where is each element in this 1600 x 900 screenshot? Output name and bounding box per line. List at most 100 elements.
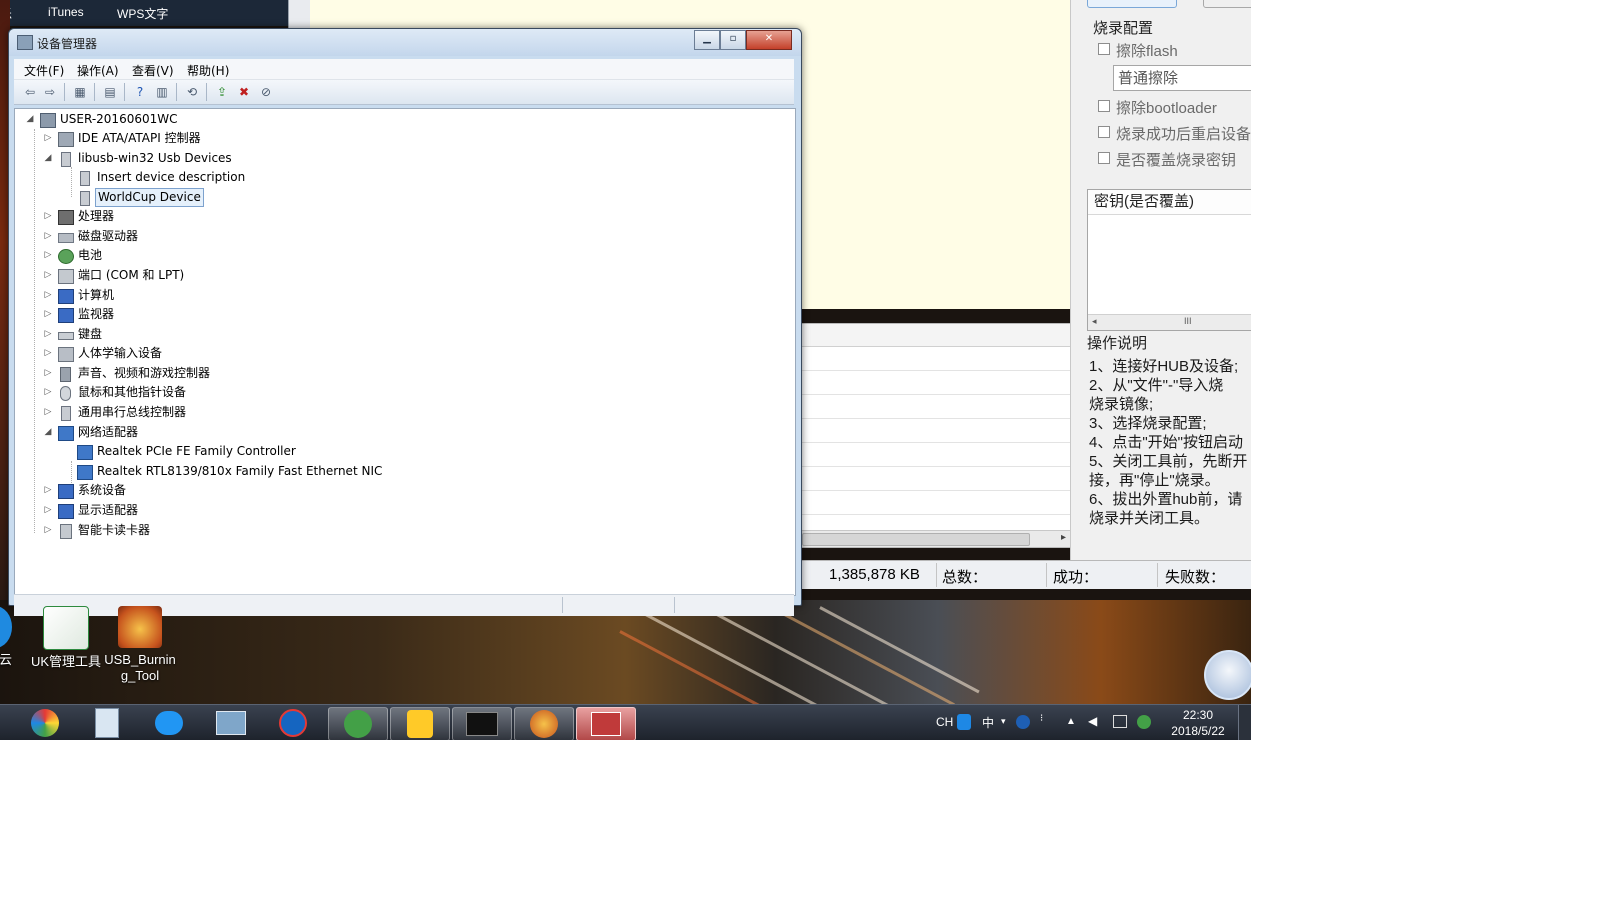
desktop-label-itunes[interactable]: iTunes [48, 5, 84, 19]
properties-icon[interactable]: ▤ [102, 84, 118, 100]
tray-language[interactable]: CH [936, 715, 953, 740]
tray-ime-menu-icon[interactable]: ▾ [1001, 716, 1006, 740]
window-titlebar[interactable]: 设备管理器 ▁ ▫ ✕ [9, 29, 801, 56]
disable-device-icon[interactable]: ⊘ [258, 84, 274, 100]
usb-device-icon [80, 171, 90, 186]
tree-item-label: 声音、视频和游戏控制器 [78, 366, 211, 380]
tree-item-label: 计算机 [78, 288, 115, 302]
expand-icon[interactable]: ▷ [42, 521, 54, 540]
taskbar-remote-desktop-icon[interactable] [202, 707, 260, 739]
expand-icon[interactable]: ▷ [42, 246, 54, 265]
taskbar-baidu-cloud-icon[interactable] [140, 707, 198, 739]
collapse-icon[interactable]: ◢ [24, 110, 36, 129]
status-success: 成功： [1053, 569, 1099, 586]
uninstall-icon[interactable]: ✖ [236, 84, 252, 100]
scan-hardware-icon[interactable]: ⟲ [184, 84, 200, 100]
desktop-icon-uk-tool[interactable]: UK管理工具 [26, 606, 106, 670]
taskbar-update-icon[interactable] [328, 707, 388, 740]
show-hide-pane-icon[interactable]: ▥ [154, 84, 170, 100]
menu-help[interactable]: 帮助(H) [187, 62, 229, 79]
taskbar-media-player-icon[interactable] [264, 707, 322, 739]
back-icon[interactable]: ⇦ [22, 84, 38, 100]
scroll-right-icon[interactable]: ▸ [1061, 532, 1066, 543]
expand-icon[interactable]: ▷ [42, 305, 54, 324]
display-adapter-icon [58, 504, 74, 519]
expand-icon[interactable]: ▷ [42, 325, 54, 344]
start-button[interactable] [1087, 0, 1177, 8]
key-list[interactable]: 密钥(是否覆盖) ◂ III [1087, 189, 1251, 331]
expand-icon[interactable]: ▷ [42, 344, 54, 363]
mouse-icon [60, 386, 71, 401]
erase-bootloader-checkbox[interactable]: 擦除bootloader [1098, 97, 1217, 118]
tray-ime[interactable]: 中 [982, 714, 994, 740]
expand-icon[interactable]: ▷ [42, 227, 54, 246]
overwrite-key-checkbox[interactable]: 是否覆盖烧录密钥 [1098, 149, 1236, 170]
taskbar-usb-burning-tool-icon[interactable] [514, 707, 574, 740]
instruction-line: 烧录镜像; [1089, 396, 1154, 413]
clock[interactable]: 22:30 2018/5/22 [1160, 707, 1236, 739]
grid-horizontal-scrollbar[interactable]: ▸ [800, 530, 1070, 547]
device-tree[interactable]: ◢ USER-20160601WC ▷ IDE ATA/ATAPI 控制器 ◢ … [14, 108, 796, 596]
expand-icon[interactable]: ▷ [42, 403, 54, 422]
network-adapter-icon [77, 445, 93, 460]
taskbar-calculator-icon[interactable] [78, 707, 136, 739]
menu-view[interactable]: 查看(V) [132, 62, 174, 79]
tray-q-icon[interactable] [957, 714, 971, 730]
tray-show-hidden-icon[interactable]: ▲ [1066, 716, 1076, 740]
expand-icon[interactable]: ▷ [42, 383, 54, 402]
instruction-line: 2、从"文件"-"导入烧 [1089, 377, 1224, 394]
stop-button[interactable] [1203, 0, 1251, 8]
reboot-after-checkbox[interactable]: 烧录成功后重启设备 [1098, 123, 1251, 144]
expand-icon[interactable]: ▷ [42, 207, 54, 226]
maximize-button[interactable]: ▫ [720, 30, 746, 50]
burning-device-grid[interactable] [800, 323, 1072, 548]
erase-mode-select[interactable]: 普通擦除 [1113, 65, 1251, 91]
usb-burning-tool-icon [118, 606, 162, 648]
show-desktop-button[interactable] [1238, 705, 1251, 740]
hid-icon [58, 347, 74, 362]
tray-ime-settings-icon[interactable]: ⁝ [1040, 713, 1043, 740]
expand-icon[interactable]: ▷ [42, 481, 54, 500]
desktop-icon-cloud[interactable]: 云 [0, 606, 12, 668]
forward-icon[interactable]: ⇨ [42, 84, 58, 100]
status-fail: 失败数： [1165, 569, 1226, 586]
expand-icon[interactable]: ▷ [42, 501, 54, 520]
tree-item-label: 电池 [78, 248, 103, 262]
qq-avatar-icon[interactable] [1204, 650, 1251, 700]
taskbar-notes-icon[interactable] [390, 707, 450, 740]
desktop-icon-usb-burning-tool[interactable]: USB_Burning_Tool [100, 606, 180, 684]
expand-icon[interactable]: ▷ [42, 129, 54, 148]
tray-help-icon[interactable] [1016, 715, 1030, 729]
tray-network-icon[interactable] [1113, 715, 1127, 728]
tray-app-icon[interactable] [1137, 715, 1151, 729]
instructions-title: 操作说明 [1087, 335, 1148, 352]
instruction-line: 3、选择烧录配置; [1089, 415, 1207, 432]
taskbar-cmd-icon[interactable] [452, 707, 512, 740]
menu-file[interactable]: 文件(F) [24, 62, 64, 79]
expand-icon[interactable]: ▷ [42, 266, 54, 285]
toolbar: ⇦ ⇨ ▦ ▤ ? ▥ ⟲ ⇪ ✖ ⊘ [14, 80, 794, 105]
tree-item-label: 鼠标和其他指针设备 [78, 385, 187, 399]
tray-volume-icon[interactable]: ◀ [1088, 714, 1097, 740]
window-title: 设备管理器 [37, 37, 98, 51]
update-driver-icon[interactable]: ⇪ [214, 84, 230, 100]
minimize-button[interactable]: ▁ [694, 30, 720, 50]
erase-flash-checkbox[interactable]: 擦除flash [1098, 40, 1178, 61]
desktop-label-wps[interactable]: WPS文字 [117, 5, 168, 22]
key-list-scrollbar[interactable]: ◂ III [1088, 314, 1251, 330]
taskbar-browser-icon[interactable] [16, 707, 74, 739]
collapse-icon[interactable]: ◢ [42, 423, 54, 442]
collapse-icon[interactable]: ◢ [42, 149, 54, 168]
close-button[interactable]: ✕ [746, 30, 792, 50]
key-list-header[interactable]: 密钥(是否覆盖) [1088, 190, 1251, 215]
menu-action[interactable]: 操作(A) [77, 62, 119, 79]
processor-icon [58, 210, 74, 225]
scrollbar-thumb[interactable] [802, 533, 1030, 546]
help-icon[interactable]: ? [132, 84, 148, 100]
expand-icon[interactable]: ▷ [42, 286, 54, 305]
console-tree-icon[interactable]: ▦ [72, 84, 88, 100]
expand-icon[interactable]: ▷ [42, 364, 54, 383]
menu-bar: 文件(F) 操作(A) 查看(V) 帮助(H) [14, 59, 794, 80]
taskbar: CH 中 ▾ ⁝ ▲ ◀ 22:30 2018/5/22 [0, 704, 1251, 740]
taskbar-device-manager-icon[interactable] [576, 707, 636, 740]
